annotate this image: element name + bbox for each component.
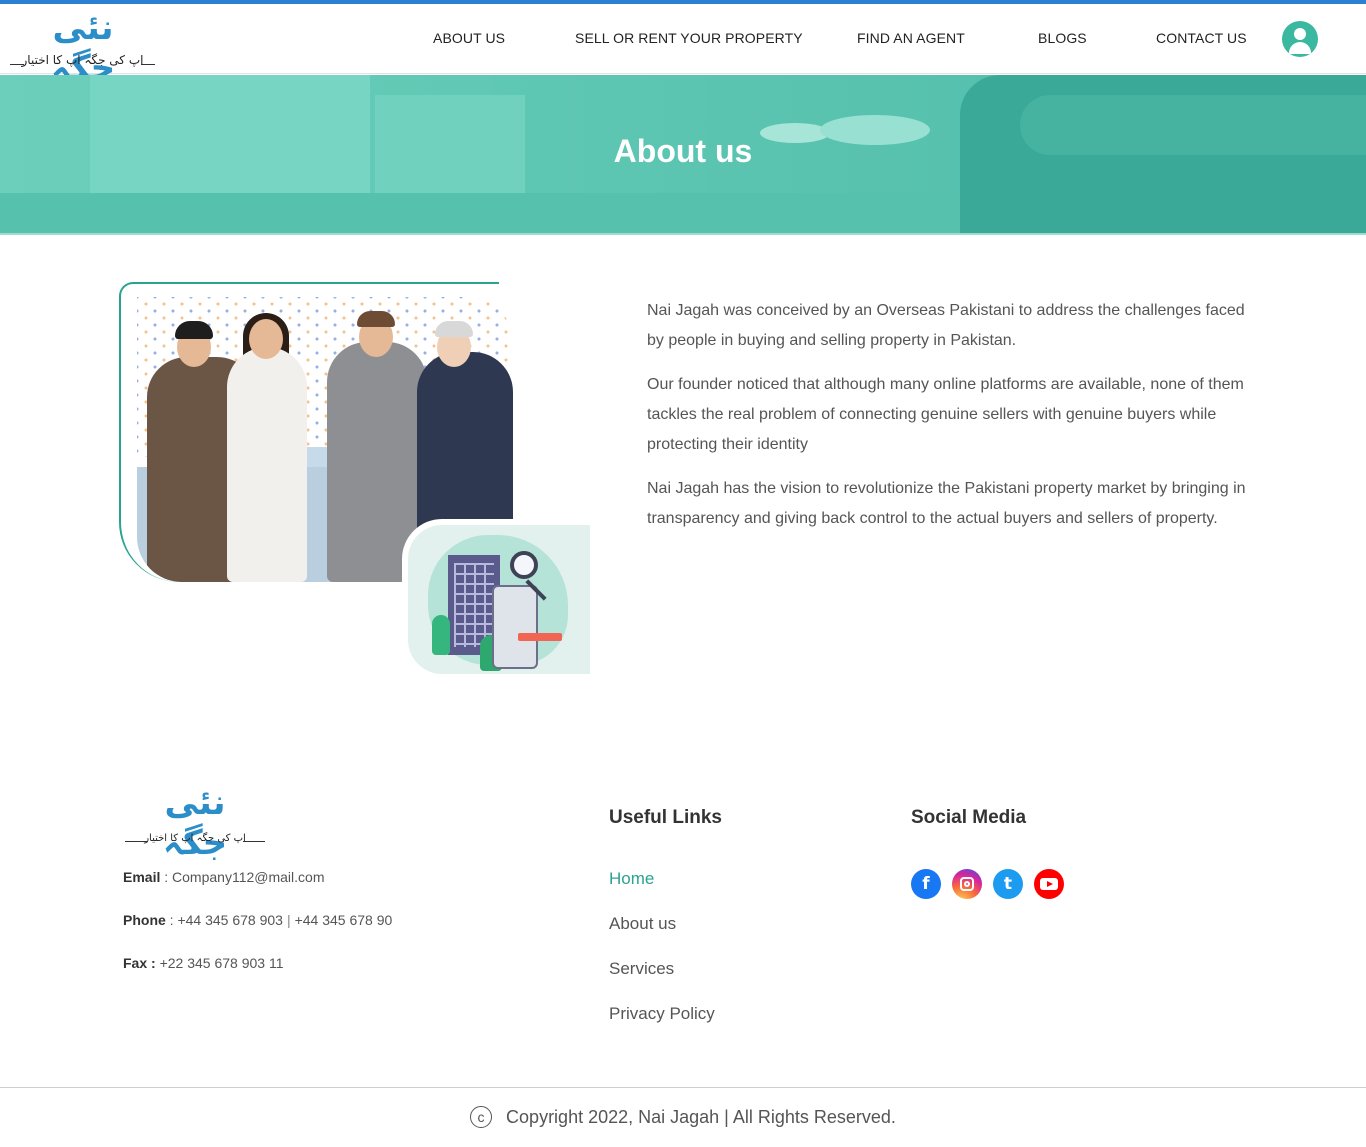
nav-about-us[interactable]: ABOUT US	[433, 30, 505, 50]
about-paragraph-2: Our founder noticed that although many o…	[647, 376, 1244, 453]
phone-separator: |	[286, 912, 291, 928]
user-icon-body	[1289, 42, 1311, 54]
about-paragraph-1: Nai Jagah was conceived by an Overseas P…	[647, 302, 1245, 349]
person-2-head	[249, 319, 283, 359]
real-estate-illustration-card	[402, 519, 592, 675]
person-3-hair	[357, 311, 395, 327]
phone-value-1[interactable]: : +44 345 678 903	[166, 912, 283, 928]
copyright-icon: c	[470, 1106, 493, 1128]
instagram-icon[interactable]	[952, 869, 982, 899]
email-label: Email	[123, 869, 161, 885]
about-description: Nai Jagah was conceived by an Overseas P…	[647, 296, 1247, 548]
twitter-icon[interactable]: t	[993, 869, 1023, 899]
footer-link-services[interactable]: Services	[609, 959, 674, 979]
site-header: نئی جگہ اپ کی جگہ اپ کا اختیار ABOUT US …	[0, 4, 1366, 88]
footer-link-privacy-policy[interactable]: Privacy Policy	[609, 1004, 715, 1024]
person-1-hair	[175, 321, 213, 339]
footer-logo[interactable]: نئی جگہ اپ کی جگہ اپ کا اختیار	[125, 783, 265, 863]
facebook-icon[interactable]: f	[911, 869, 941, 899]
footer-divider	[0, 1087, 1366, 1088]
site-logo[interactable]: نئی جگہ اپ کی جگہ اپ کا اختیار	[10, 8, 155, 88]
copyright-text: Copyright 2022, Nai Jagah | All Rights R…	[506, 1107, 896, 1127]
user-circle-icon	[1294, 28, 1306, 40]
copyright-notice: c Copyright 2022, Nai Jagah | All Rights …	[0, 1106, 1366, 1128]
fax-label: Fax :	[123, 955, 156, 971]
footer-link-about-us[interactable]: About us	[609, 914, 676, 934]
social-media-heading: Social Media	[911, 807, 1027, 828]
person-4-hair	[435, 321, 473, 337]
contact-email: Email : Company112@mail.com	[123, 869, 324, 885]
nav-contact-us[interactable]: CONTACT US	[1156, 30, 1247, 50]
contact-fax: Fax : +22 345 678 903 11	[123, 955, 284, 971]
useful-links-heading: Useful Links	[609, 807, 722, 828]
magnifier-icon	[510, 551, 538, 579]
contact-phone: Phone : +44 345 678 903 | +44 345 678 90	[123, 912, 392, 928]
email-value[interactable]: : Company112@mail.com	[160, 869, 324, 885]
logo-tagline: اپ کی جگہ اپ کا اختیار	[21, 53, 144, 67]
nav-sell-or-rent[interactable]: SELL OR RENT YOUR PROPERTY	[575, 30, 803, 50]
page-title: About us	[613, 133, 753, 169]
real-estate-illustration	[408, 525, 590, 674]
phone-label: Phone	[123, 912, 166, 928]
phone-value-2[interactable]: +44 345 678 90	[295, 912, 393, 928]
phone-map-icon	[492, 585, 538, 669]
logo-rule-right	[141, 64, 155, 65]
youtube-icon[interactable]	[1034, 869, 1064, 899]
footer-logo-tagline: اپ کی جگہ اپ کا اختیار	[144, 833, 246, 844]
page-hero-banner: About us	[0, 75, 1366, 235]
person-2	[227, 347, 307, 582]
fax-value: +22 345 678 903 11	[155, 955, 284, 971]
footer-logo-wordmark: نئی جگہ	[162, 783, 228, 863]
user-account-button[interactable]	[1282, 21, 1318, 57]
realestate-tag	[518, 633, 562, 641]
nav-find-an-agent[interactable]: FIND AN AGENT	[857, 30, 965, 50]
tree-icon	[432, 615, 450, 655]
footer-link-home[interactable]: Home	[609, 869, 654, 889]
footer-logo-rule-right	[243, 841, 265, 842]
nav-blogs[interactable]: BLOGS	[1038, 30, 1087, 50]
about-paragraph-3: Nai Jagah has the vision to revolutioniz…	[647, 480, 1246, 527]
